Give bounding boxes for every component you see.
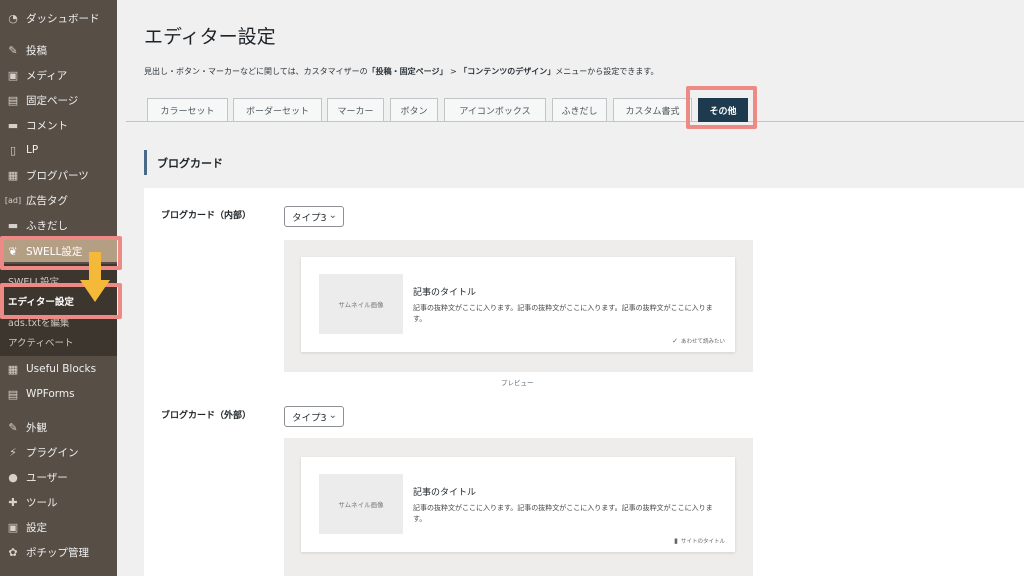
select-external-type[interactable]: タイプ3 ⌄ [284, 406, 344, 427]
down-arrow-icon [80, 252, 110, 302]
field-label-external: ブログカード（外部） [161, 411, 252, 421]
user-icon: ● [8, 470, 18, 484]
menu-label: LP [26, 144, 39, 156]
ad-icon: [ad] [4, 195, 22, 205]
submenu-editor-settings[interactable]: エディター設定 [8, 294, 74, 308]
tab-others[interactable]: その他 [698, 98, 748, 122]
paw-icon: ✿ [8, 545, 18, 559]
tab-border-set[interactable]: ボーダーセット [233, 98, 322, 122]
select-internal-type[interactable]: タイプ3 ⌄ [284, 206, 344, 227]
select-value: タイプ3 [292, 412, 327, 424]
menu-wpforms[interactable]: ▤ WPForms [0, 383, 117, 405]
card-title: 記事のタイトル [413, 288, 477, 298]
tab-icon-box[interactable]: アイコンボックス [444, 98, 546, 122]
menu-label: 外観 [26, 421, 47, 434]
menu-useful-blocks[interactable]: ▦ Useful Blocks [0, 358, 117, 380]
forms-icon: ▤ [7, 387, 19, 401]
submenu-swell-settings[interactable]: SWELL設定 [8, 274, 59, 288]
grid-icon: ▦ [7, 168, 19, 182]
card-title: 記事のタイトル [413, 488, 477, 498]
menu-speech-bubbles[interactable]: ▬ ふきだし [0, 214, 117, 236]
file-icon: ▮ [674, 537, 678, 545]
menu-media[interactable]: ▣ メディア [0, 64, 117, 86]
comment-icon: ▬ [7, 118, 19, 132]
brush-icon: ✎ [8, 420, 18, 434]
thumbnail-placeholder: サムネイル画像 [319, 474, 403, 534]
chevron-down-icon: ⌄ [328, 210, 337, 221]
menu-settings[interactable]: ▣ 設定 [0, 516, 117, 538]
menu-pages[interactable]: ▤ 固定ページ [0, 89, 117, 111]
menu-dashboard[interactable]: ◔ ダッシュボード [0, 7, 117, 29]
menu-label: ふきだし [26, 219, 68, 232]
menu-label: SWELL設定 [26, 245, 83, 258]
settings-panel: ブログカード（内部） タイプ3 ⌄ サムネイル画像 記事のタイトル 記事の抜粋文… [144, 188, 1024, 576]
main-content: エディター設定 見出し・ボタン・マーカーなどに関しては、カスタマイザーの「投稿・… [117, 0, 1024, 576]
menu-label: ツール [26, 496, 58, 509]
tab-button[interactable]: ボタン [390, 98, 438, 122]
menu-ad-tags[interactable]: [ad] 広告タグ [0, 189, 117, 211]
tab-custom-format[interactable]: カスタム書式 [613, 98, 692, 122]
menu-label: Useful Blocks [26, 363, 97, 375]
menu-appearance[interactable]: ✎ 外観 [0, 416, 117, 438]
menu-label: ブログパーツ [26, 169, 89, 182]
settings-icon: ▣ [7, 520, 19, 534]
file-icon: ▯ [9, 143, 17, 157]
preview-internal: サムネイル画像 記事のタイトル 記事の抜粋文がここに入ります。記事の抜粋文がここ… [284, 240, 753, 372]
check-icon: ✓ [672, 337, 678, 345]
pin-icon: ✎ [8, 43, 18, 57]
card-caption: ▮ サイトのタイトル [674, 537, 725, 545]
page-title: エディター設定 [144, 26, 276, 48]
menu-label: プラグイン [26, 446, 79, 459]
section-title-blog-card: ブログカード [144, 150, 223, 175]
menu-posts[interactable]: ✎ 投稿 [0, 39, 117, 61]
tab-marker[interactable]: マーカー [327, 98, 384, 122]
chevron-down-icon: ⌄ [328, 410, 337, 421]
menu-label: メディア [26, 69, 68, 82]
menu-label: ユーザー [26, 471, 68, 484]
menu-label: WPForms [26, 388, 75, 400]
menu-label: ダッシュボード [26, 12, 100, 25]
menu-tools[interactable]: ✚ ツール [0, 491, 117, 513]
menu-pochipp[interactable]: ✿ ポチップ管理 [0, 541, 117, 563]
menu-lp[interactable]: ▯ LP [0, 139, 117, 161]
menu-label: 投稿 [26, 44, 47, 57]
menu-users[interactable]: ● ユーザー [0, 466, 117, 488]
tab-speech-bubble[interactable]: ふきだし [552, 98, 607, 122]
menu-label: 固定ページ [26, 94, 79, 107]
blog-card-preview: サムネイル画像 記事のタイトル 記事の抜粋文がここに入ります。記事の抜粋文がここ… [301, 457, 735, 552]
blog-card-preview: サムネイル画像 記事のタイトル 記事の抜粋文がここに入ります。記事の抜粋文がここ… [301, 257, 735, 352]
menu-comments[interactable]: ▬ コメント [0, 114, 117, 136]
tab-color-set[interactable]: カラーセット [147, 98, 228, 122]
menu-label: コメント [26, 119, 68, 132]
menu-label: ポチップ管理 [26, 546, 89, 559]
thumbnail-placeholder: サムネイル画像 [319, 274, 403, 334]
page-description: 見出し・ボタン・マーカーなどに関しては、カスタマイザーの「投稿・固定ページ」 >… [144, 67, 659, 76]
card-excerpt: 記事の抜粋文がここに入ります。記事の抜粋文がここに入ります。記事の抜粋文がここに… [413, 504, 713, 523]
card-caption: ✓ あわせて読みたい [672, 337, 725, 345]
blocks-icon: ▦ [7, 362, 19, 376]
submenu-activate[interactable]: アクティベート [8, 335, 73, 349]
menu-plugins[interactable]: ⚡ プラグイン [0, 441, 117, 463]
menu-label: 設定 [26, 521, 47, 534]
submenu-ads-txt[interactable]: ads.txtを編集 [8, 315, 69, 329]
select-value: タイプ3 [292, 212, 327, 224]
card-excerpt: 記事の抜粋文がここに入ります。記事の抜粋文がここに入ります。記事の抜粋文がここに… [413, 304, 713, 323]
plugin-icon: ⚡ [9, 445, 17, 459]
media-icon: ▣ [7, 68, 19, 82]
menu-blog-parts[interactable]: ▦ ブログパーツ [0, 164, 117, 186]
wrench-icon: ✚ [8, 495, 18, 509]
field-label-internal: ブログカード（内部） [161, 211, 252, 221]
page-icon: ▤ [7, 93, 19, 107]
dashboard-icon: ◔ [8, 11, 18, 25]
swell-leaf-icon: ❦ [8, 244, 18, 258]
menu-label: 広告タグ [26, 194, 68, 207]
preview-external: サムネイル画像 記事のタイトル 記事の抜粋文がここに入ります。記事の抜粋文がここ… [284, 438, 753, 576]
preview-caption: プレビュー [501, 379, 534, 387]
speech-icon: ▬ [7, 218, 19, 232]
